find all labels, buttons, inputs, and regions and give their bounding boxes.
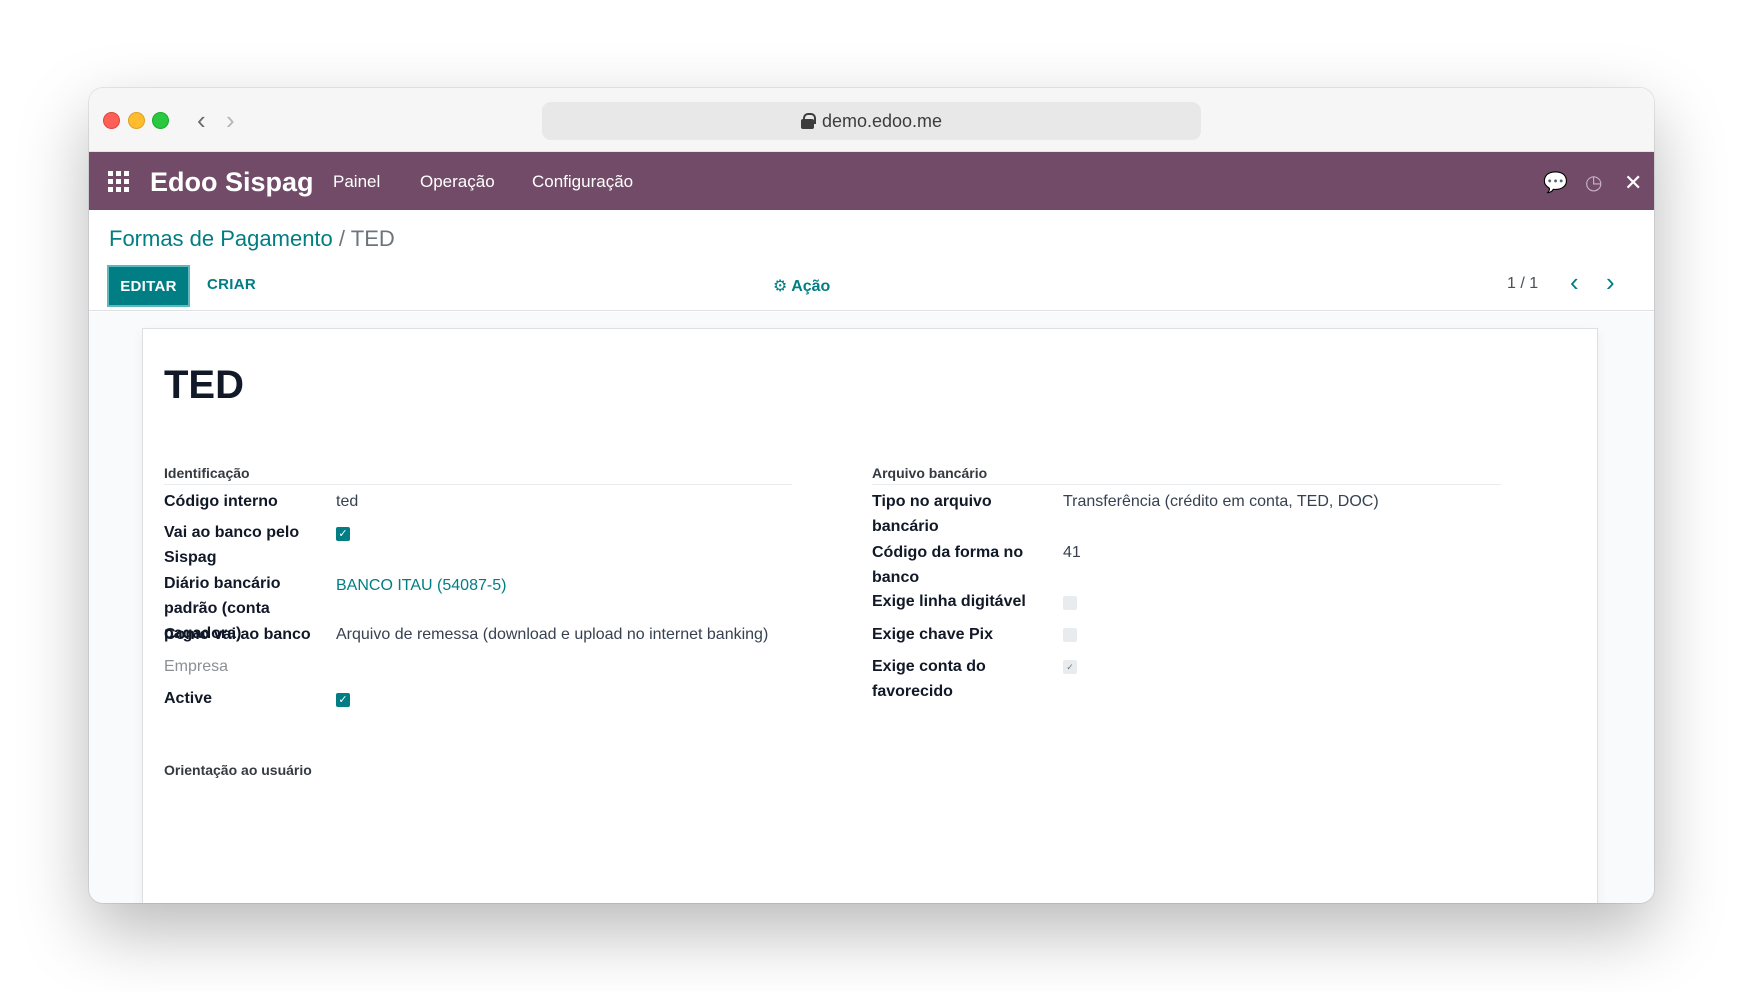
url-text: demo.edoo.me: [821, 110, 943, 131]
field-value-diario-bancario[interactable]: BANCO ITAU (54087-5): [336, 573, 506, 598]
field-label-exige-pix: Exige chave Pix: [872, 626, 993, 643]
checkbox-active[interactable]: ✓: [336, 693, 350, 707]
lock-icon: [800, 113, 816, 129]
field-label-codigo-interno: Código interno: [164, 493, 278, 510]
menu-painel[interactable]: Painel: [333, 172, 380, 192]
breadcrumb-separator: /: [338, 226, 346, 251]
pager-previous-icon[interactable]: ‹: [1570, 268, 1579, 296]
control-panel: Formas de Pagamento / TED EDITAR CRIAR ⚙…: [89, 210, 1654, 311]
field-label-active: Active: [164, 690, 213, 707]
menu-operacao[interactable]: Operação: [420, 172, 495, 192]
pager-counter[interactable]: 1 / 1: [1507, 275, 1538, 293]
form-content: TED Identificação Código interno ted Vai…: [89, 312, 1654, 903]
field-value-como-vai-ao-banco: Arquivo de remessa (download e upload no…: [336, 626, 769, 643]
field-label-exige-conta: Exige conta do favorecido: [872, 658, 986, 700]
breadcrumb-parent[interactable]: Formas de Pagamento: [109, 226, 333, 251]
field-value-codigo-forma: 41: [1063, 544, 1081, 561]
close-window-button[interactable]: [103, 112, 120, 129]
menu-configuracao[interactable]: Configuração: [532, 172, 633, 192]
field-value-codigo-interno: ted: [336, 493, 359, 510]
group-title-arquivo-bancario: Arquivo bancário: [872, 465, 1501, 485]
edit-button[interactable]: EDITAR: [107, 265, 190, 307]
app-navbar: Edoo Sispag Painel Operação Configuração…: [89, 152, 1654, 210]
clock-icon[interactable]: ◷: [1585, 170, 1602, 195]
group-title-orientacao: Orientação ao usuário: [164, 762, 312, 778]
checkbox-vai-ao-banco[interactable]: ✓: [336, 527, 350, 541]
gear-icon: ⚙: [773, 278, 788, 295]
checkbox-exige-conta[interactable]: ✓: [1063, 660, 1077, 674]
zoom-window-button[interactable]: [152, 112, 169, 129]
action-dropdown[interactable]: ⚙ Ação: [773, 276, 830, 296]
app-brand[interactable]: Edoo Sispag: [150, 167, 314, 198]
field-label-exige-linha: Exige linha digitável: [872, 593, 1026, 610]
browser-toolbar: ‹ › demo.edoo.me: [89, 88, 1654, 152]
apps-grid-icon[interactable]: [108, 171, 129, 192]
field-label-como-vai-ao-banco: Como vai ao banco: [164, 626, 311, 643]
tools-close-icon[interactable]: ✕: [1624, 170, 1642, 196]
breadcrumb: Formas de Pagamento / TED: [109, 226, 395, 252]
field-label-codigo-forma: Código da forma no banco: [872, 544, 1024, 586]
record-title: TED: [164, 363, 244, 407]
pager-next-icon[interactable]: ›: [1606, 268, 1615, 296]
chat-icon[interactable]: 💬: [1543, 170, 1568, 195]
action-label: Ação: [791, 278, 831, 295]
form-sheet: TED Identificação Código interno ted Vai…: [142, 328, 1598, 903]
address-bar[interactable]: demo.edoo.me: [542, 102, 1201, 140]
field-label-vai-ao-banco: Vai ao banco pelo Sispag: [164, 524, 300, 566]
create-button[interactable]: CRIAR: [207, 276, 256, 293]
field-label-tipo-arquivo: Tipo no arquivo bancário: [872, 493, 992, 535]
group-title-identificacao: Identificação: [164, 465, 792, 485]
forward-arrow-icon[interactable]: ›: [226, 106, 235, 134]
checkbox-exige-linha[interactable]: [1063, 596, 1077, 610]
back-arrow-icon[interactable]: ‹: [197, 106, 206, 134]
minimize-window-button[interactable]: [128, 112, 145, 129]
browser-window: ‹ › demo.edoo.me Edoo Sispag Painel Oper…: [89, 88, 1654, 903]
field-label-empresa: Empresa: [164, 658, 229, 675]
field-value-tipo-arquivo: Transferência (crédito em conta, TED, DO…: [1063, 493, 1379, 510]
breadcrumb-current: TED: [350, 226, 395, 251]
checkbox-exige-pix[interactable]: [1063, 628, 1077, 642]
